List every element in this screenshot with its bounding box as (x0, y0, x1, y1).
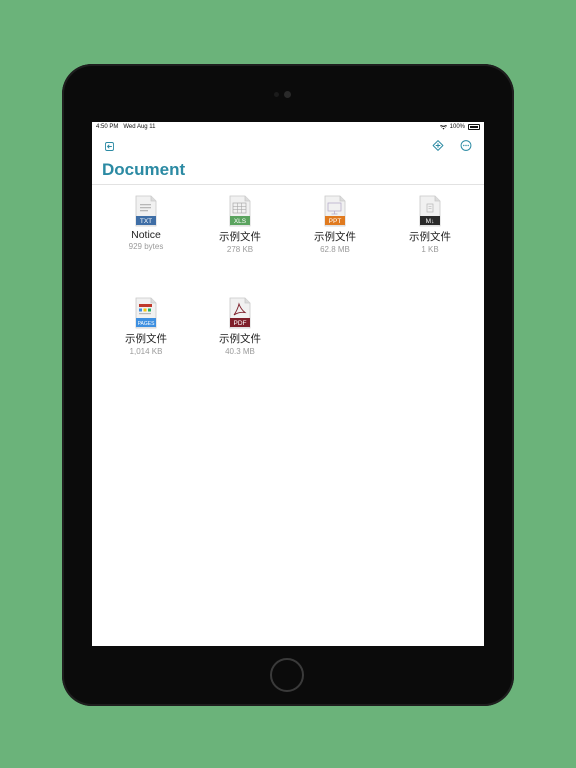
file-item[interactable]: TXT Notice 929 bytes (106, 195, 186, 251)
file-item[interactable]: PPT 示例文件 62.8 MB (295, 195, 375, 254)
sensor-dot (274, 92, 279, 97)
status-time: 4:50 PM (96, 124, 119, 130)
svg-text:TXT: TXT (140, 218, 152, 225)
file-name: 示例文件 (219, 231, 261, 243)
file-size: 929 bytes (128, 242, 164, 251)
file-name: 示例文件 (314, 231, 356, 243)
file-item[interactable]: PDF 示例文件 40.3 MB (200, 297, 280, 356)
add-diamond-icon (432, 139, 444, 151)
file-name: 示例文件 (219, 333, 261, 345)
file-name: 示例文件 (125, 333, 167, 345)
file-name: 示例文件 (409, 231, 451, 243)
file-item[interactable]: PAGES 示例文件 1,014 KB (106, 297, 186, 356)
app-screen: 4:50 PM Wed Aug 11 100% Document TXT Not… (92, 122, 484, 646)
txt-file-icon: TXT (134, 195, 158, 227)
file-name: Notice (131, 229, 161, 241)
back-arrow-icon (104, 141, 114, 151)
ellipsis-circle-icon (460, 139, 472, 151)
status-date: Wed Aug 11 (123, 124, 156, 130)
file-size: 40.3 MB (225, 347, 255, 356)
svg-text:XLS: XLS (234, 218, 247, 225)
camera-icon (284, 91, 291, 98)
battery-icon (468, 124, 480, 130)
file-size: 62.8 MB (320, 245, 350, 254)
pages-file-icon: PAGES (134, 297, 158, 329)
file-size: 1,014 KB (129, 347, 163, 356)
xls-file-icon: XLS (228, 195, 252, 227)
page-title: Document (102, 160, 186, 179)
svg-text:M↓: M↓ (426, 218, 435, 225)
svg-text:PPT: PPT (329, 218, 342, 225)
svg-text:PAGES: PAGES (138, 321, 156, 327)
status-bar: 4:50 PM Wed Aug 11 100% (92, 122, 484, 133)
file-item[interactable]: XLS 示例文件 278 KB (200, 195, 280, 254)
pdf-file-icon: PDF (228, 297, 252, 329)
home-button[interactable] (270, 658, 304, 692)
more-options-button[interactable] (460, 139, 472, 151)
wifi-icon (439, 124, 447, 129)
battery-percent: 100% (449, 124, 465, 130)
file-size: 278 KB (226, 245, 254, 254)
svg-text:PDF: PDF (234, 320, 247, 327)
back-button[interactable] (103, 140, 115, 152)
file-size: 1 KB (421, 245, 439, 254)
markdown-file-icon: M↓ (418, 195, 442, 227)
ppt-file-icon: PPT (323, 195, 347, 227)
file-item[interactable]: M↓ 示例文件 1 KB (390, 195, 470, 254)
add-button[interactable] (432, 139, 444, 151)
divider (92, 184, 484, 185)
